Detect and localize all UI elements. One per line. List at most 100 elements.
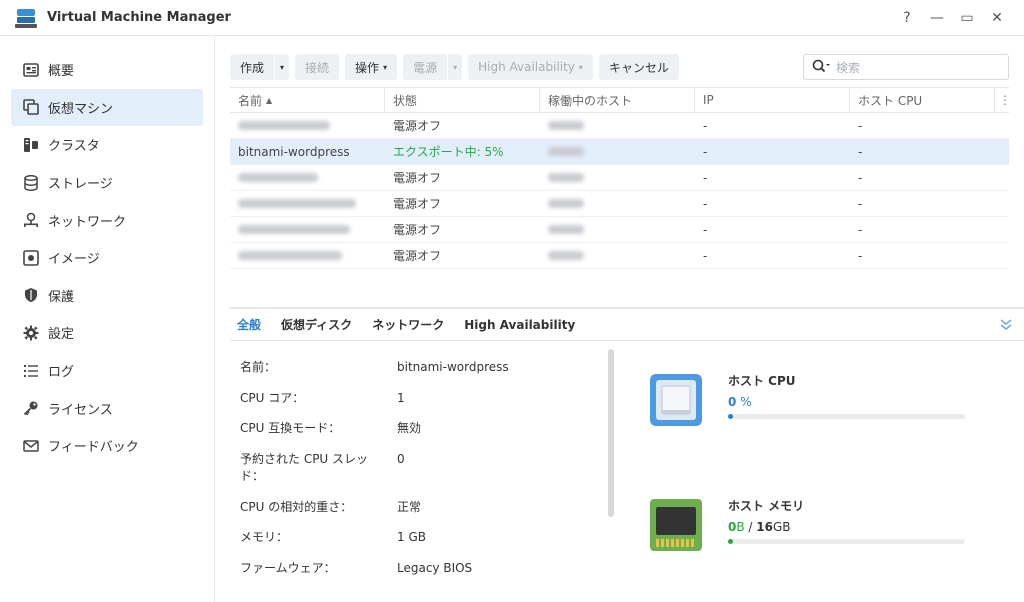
power-button[interactable]: 電源	[403, 54, 448, 80]
table-row[interactable]: 電源オフ - -	[230, 191, 1009, 217]
maximize-icon[interactable]: ▭	[958, 9, 976, 27]
table-row[interactable]: 電源オフ - -	[230, 165, 1009, 191]
blurred-vm-name	[238, 173, 318, 182]
property-key: CPU コア：	[240, 390, 305, 405]
sidebar-item-label: ログ	[48, 365, 75, 381]
blurred-host-name	[548, 225, 584, 234]
sidebar-item-label: ストレージ	[48, 177, 113, 193]
host-cpu-percent: 0	[728, 395, 737, 409]
vm-status: 電源オフ	[393, 119, 442, 133]
close-icon[interactable]: ✕	[988, 9, 1006, 27]
sidebar-item-virtual-machine[interactable]: 仮想マシン	[11, 88, 203, 127]
property-key: 名前：	[240, 360, 277, 374]
property-row: CPU の相対的重さ： 正常	[240, 499, 600, 530]
property-row: 予約された CPU スレッド： 0	[240, 451, 600, 499]
vm-ip: -	[703, 222, 708, 237]
collapse-panel-icon[interactable]	[1000, 319, 1012, 335]
property-row: CPU コア： 1	[240, 390, 600, 421]
host-memory-bar	[728, 539, 965, 544]
property-key: ファームウェア：	[240, 560, 336, 575]
vm-status: エクスポート中: 5%	[393, 145, 504, 159]
column-header-host-cpu[interactable]: ホスト CPU	[850, 88, 995, 112]
action-label: 操作	[355, 60, 380, 75]
vm-host-cpu: -	[858, 196, 863, 211]
sidebar-item-network[interactable]: ネットワーク	[11, 201, 203, 239]
sidebar-item-storage[interactable]: ストレージ	[11, 164, 203, 202]
sidebar-item-protection[interactable]: 保護	[11, 277, 203, 315]
search-input[interactable]: 検索	[836, 59, 860, 76]
table-row[interactable]: 電源オフ - -	[230, 243, 1009, 269]
virtual-machine-icon	[23, 99, 39, 116]
sidebar-item-image[interactable]: イメージ	[11, 239, 203, 277]
property-key: CPU 互換モード：	[240, 421, 341, 435]
host-memory-info: ホスト メモリ 0B / 16GB	[728, 497, 968, 544]
property-row: CPU 互換モード： 無効	[240, 420, 600, 451]
search-box[interactable]: 検索	[803, 54, 1009, 80]
property-value: 1 GB	[397, 530, 426, 544]
gear-icon	[23, 325, 39, 341]
property-value: Legacy BIOS	[397, 560, 473, 575]
sidebar-item-license[interactable]: ライセンス	[11, 389, 203, 427]
power-dropdown-arrow[interactable]: ▾	[448, 54, 463, 80]
memory-chip-icon	[648, 497, 704, 553]
host-cpu-value: 0 %	[728, 395, 968, 409]
table-row[interactable]: 電源オフ - -	[230, 217, 1009, 243]
vm-status: 電源オフ	[393, 249, 442, 263]
detail-panel: 全般 仮想ディスク ネットワーク High Availability 名前： b…	[230, 307, 1024, 602]
column-header-status[interactable]: 状態	[385, 88, 540, 112]
tab-general[interactable]: 全般	[237, 316, 261, 333]
table-row[interactable]: 電源オフ - -	[230, 113, 1009, 139]
minimize-icon[interactable]: —	[928, 9, 946, 27]
vm-ip: -	[703, 118, 708, 133]
sidebar-item-overview[interactable]: 概要	[11, 51, 203, 89]
general-properties: 名前： bitnami-wordpress CPU コア： 1 CPU 互換モー…	[240, 359, 600, 590]
property-value: 無効	[397, 421, 422, 435]
host-cpu-title: ホスト CPU	[728, 374, 796, 388]
column-header-ip[interactable]: IP	[695, 88, 850, 112]
blurred-vm-name	[238, 199, 356, 208]
tab-network[interactable]: ネットワーク	[372, 316, 444, 333]
vm-table: 名前 ▲ 状態 稼働中のホスト IP ホスト CPU ⋮ 電源オフ - - bit…	[230, 87, 1011, 269]
host-memory-value: 0B / 16GB	[728, 520, 968, 534]
tab-high-availability[interactable]: High Availability	[464, 318, 575, 332]
vm-host-cpu: -	[858, 118, 863, 133]
host-memory-used-unit: B	[736, 520, 745, 534]
vm-status: 電源オフ	[393, 171, 442, 185]
vm-name: bitnami-wordpress	[238, 144, 350, 159]
sidebar-item-feedback[interactable]: フィードバック	[11, 427, 203, 465]
sidebar-item-label: 概要	[48, 64, 75, 80]
chevron-down-icon: ▾	[383, 62, 388, 72]
property-key: CPU の相対的重さ：	[240, 499, 353, 514]
property-key: 予約された CPU スレッド：	[240, 451, 369, 483]
help-icon[interactable]: ?	[898, 9, 916, 27]
action-button[interactable]: 操作 ▾	[345, 54, 398, 80]
create-button[interactable]: 作成	[230, 54, 275, 80]
properties-scrollbar[interactable]	[608, 349, 614, 517]
property-row: 名前： bitnami-wordpress	[240, 359, 600, 390]
column-menu-icon[interactable]: ⋮	[995, 88, 1011, 112]
host-cpu-unit: %	[740, 395, 752, 409]
cluster-icon	[23, 137, 39, 153]
connect-button[interactable]: 接続	[295, 54, 340, 80]
property-row: メモリ： 1 GB	[240, 529, 600, 560]
blurred-host-name	[548, 121, 584, 130]
image-icon	[23, 249, 39, 266]
sidebar-item-label: フィードバック	[48, 440, 139, 456]
blurred-host-name	[548, 199, 584, 208]
host-cpu-info: ホスト CPU 0 %	[728, 372, 968, 419]
cancel-button[interactable]: キャンセル	[598, 54, 679, 80]
tab-virtual-disk[interactable]: 仮想ディスク	[281, 316, 352, 333]
vmm-app-icon	[15, 7, 37, 29]
column-header-host[interactable]: 稼働中のホスト	[540, 88, 695, 112]
table-row[interactable]: bitnami-wordpress エクスポート中: 5% - -	[230, 139, 1009, 165]
sidebar-item-cluster[interactable]: クラスタ	[11, 126, 203, 164]
sidebar-item-settings[interactable]: 設定	[11, 314, 203, 352]
create-dropdown-arrow[interactable]: ▾	[275, 54, 290, 80]
column-label: 名前	[238, 93, 263, 108]
property-value: bitnami-wordpress	[397, 360, 509, 374]
sidebar-item-label: 設定	[48, 327, 75, 343]
column-header-name[interactable]: 名前 ▲	[230, 88, 385, 112]
high-availability-button[interactable]: High Availability ▾	[468, 54, 593, 80]
key-icon	[23, 400, 39, 416]
sidebar-item-log[interactable]: ログ	[11, 352, 203, 390]
